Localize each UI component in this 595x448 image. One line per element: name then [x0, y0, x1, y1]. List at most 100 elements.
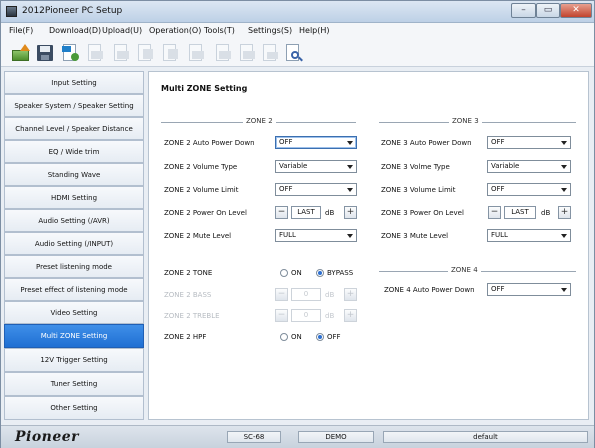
import-icon[interactable]: [111, 43, 131, 63]
status-bar: Pioneer SC-68 DEMO default: [1, 425, 594, 448]
page-title: Multi ZONE Setting: [161, 84, 248, 93]
zone2-auto-power-down-select[interactable]: OFF: [275, 136, 357, 149]
print-preview-icon[interactable]: [283, 43, 303, 63]
paste-icon[interactable]: [160, 43, 180, 63]
copy-icon[interactable]: [135, 43, 155, 63]
maximize-button[interactable]: ▭: [536, 3, 560, 18]
zone2-tone-bypass-label: BYPASS: [327, 269, 354, 277]
sidebar-item-channel-level[interactable]: Channel Level / Speaker Distance: [4, 117, 144, 140]
send-icon[interactable]: [237, 43, 257, 63]
menu-settings[interactable]: Settings(S): [248, 26, 292, 35]
settings-sidebar: Input Setting Speaker System / Speaker S…: [4, 71, 144, 420]
zone3-volume-type-label: ZONE 3 Volme Type: [381, 163, 450, 171]
menu-file[interactable]: File(F): [9, 26, 33, 35]
sidebar-item-multi-zone-setting[interactable]: Multi ZONE Setting: [4, 324, 144, 348]
zone2-power-on-level-label: ZONE 2 Power On Level: [164, 209, 247, 217]
zone3-volume-limit-value: OFF: [491, 185, 505, 193]
sidebar-item-preset-listening-mode[interactable]: Preset listening mode: [4, 255, 144, 278]
zone2-power-on-level-unit: dB: [325, 209, 335, 217]
chevron-down-icon: [561, 165, 567, 169]
export-icon[interactable]: [85, 43, 105, 63]
sidebar-item-other-setting[interactable]: Other Setting: [4, 396, 144, 420]
zone3-power-on-level-label: ZONE 3 Power On Level: [381, 209, 464, 217]
upload-file-icon[interactable]: [60, 43, 80, 63]
menu-bar: File(F) Download(D) Upload(U) Operation(…: [1, 23, 594, 40]
zone2-volume-type-select[interactable]: Variable: [275, 160, 357, 173]
zone2-bass-increase-button[interactable]: +: [344, 288, 357, 301]
chevron-down-icon: [561, 188, 567, 192]
sidebar-item-audio-setting-avr[interactable]: Audio Setting (/AVR): [4, 209, 144, 232]
zone3-group-label: ZONE 3: [449, 117, 482, 125]
zone2-bass-decrease-button[interactable]: −: [275, 288, 288, 301]
receive-icon[interactable]: [213, 43, 233, 63]
zone2-hpf-on-label: ON: [291, 333, 302, 341]
zone2-bass-unit: dB: [325, 291, 335, 299]
menu-operation[interactable]: Operation(O): [149, 26, 201, 35]
zone3-volume-limit-select[interactable]: OFF: [487, 183, 571, 196]
sidebar-item-input-setting[interactable]: Input Setting: [4, 71, 144, 94]
zone2-power-on-level-increase-button[interactable]: +: [344, 206, 357, 219]
zone2-treble-decrease-button[interactable]: −: [275, 309, 288, 322]
minimize-button[interactable]: –: [511, 3, 536, 18]
zone2-power-on-level-decrease-button[interactable]: −: [275, 206, 288, 219]
save-icon[interactable]: [35, 43, 55, 63]
menu-download[interactable]: Download(D): [49, 26, 101, 35]
zone2-mute-level-value: FULL: [279, 231, 296, 239]
sidebar-item-preset-effect[interactable]: Preset effect of listening mode: [4, 278, 144, 301]
zone2-mute-level-select[interactable]: FULL: [275, 229, 357, 242]
sidebar-item-standing-wave[interactable]: Standing Wave: [4, 163, 144, 186]
zone4-auto-power-down-value: OFF: [491, 285, 505, 293]
zone2-hpf-off-radio[interactable]: [316, 333, 324, 341]
print-icon[interactable]: [260, 43, 280, 63]
zone3-auto-power-down-select[interactable]: OFF: [487, 136, 571, 149]
open-folder-icon[interactable]: [11, 43, 31, 63]
zone3-auto-power-down-label: ZONE 3 Auto Power Down: [381, 139, 472, 147]
sidebar-item-tuner-setting[interactable]: Tuner Setting: [4, 372, 144, 396]
sidebar-item-speaker-system[interactable]: Speaker System / Speaker Setting: [4, 94, 144, 117]
preset-field: default: [383, 431, 588, 443]
close-button[interactable]: ✕: [560, 3, 592, 18]
zone2-treble-increase-button[interactable]: +: [344, 309, 357, 322]
zone2-hpf-label: ZONE 2 HPF: [164, 333, 207, 341]
sidebar-item-eq-wide-trim[interactable]: EQ / Wide trim: [4, 140, 144, 163]
zone3-power-on-level-value[interactable]: LAST: [504, 206, 536, 219]
zone3-power-on-level-increase-button[interactable]: +: [558, 206, 571, 219]
zone3-volume-limit-label: ZONE 3 Volume Limit: [381, 186, 456, 194]
window-title: 2012Pioneer PC Setup: [22, 6, 123, 16]
title-bar: 2012Pioneer PC Setup – ▭ ✕: [1, 1, 594, 23]
zone2-volume-limit-select[interactable]: OFF: [275, 183, 357, 196]
zone2-power-on-level-value[interactable]: LAST: [291, 206, 321, 219]
zone3-volume-type-select[interactable]: Variable: [487, 160, 571, 173]
menu-upload[interactable]: Upload(U): [102, 26, 142, 35]
zone2-volume-type-label: ZONE 2 Volume Type: [164, 163, 238, 171]
zone2-volume-type-value: Variable: [279, 162, 308, 170]
zone2-hpf-off-label: OFF: [327, 333, 341, 341]
multi-zone-panel: Multi ZONE Setting ZONE 2 ZONE 2 Auto Po…: [148, 71, 589, 420]
sidebar-item-audio-setting-input[interactable]: Audio Setting (/INPUT): [4, 232, 144, 255]
mode-field: DEMO: [298, 431, 374, 443]
sidebar-item-12v-trigger[interactable]: 12V Trigger Setting: [4, 348, 144, 372]
sidebar-item-video-setting[interactable]: Video Setting: [4, 301, 144, 324]
menu-help[interactable]: Help(H): [299, 26, 330, 35]
zone2-tone-bypass-radio[interactable]: [316, 269, 324, 277]
chevron-down-icon: [347, 234, 353, 238]
zone2-hpf-on-radio[interactable]: [280, 333, 288, 341]
zone4-auto-power-down-select[interactable]: OFF: [487, 283, 571, 296]
chevron-down-icon: [347, 188, 353, 192]
chevron-down-icon: [561, 288, 567, 292]
menu-tools[interactable]: Tools(T): [204, 26, 235, 35]
zone2-bass-label: ZONE 2 BASS: [164, 291, 212, 299]
zone2-tone-label: ZONE 2 TONE: [164, 269, 213, 277]
zone2-mute-level-label: ZONE 2 Mute Level: [164, 232, 232, 240]
zone2-volume-limit-label: ZONE 2 Volume Limit: [164, 186, 239, 194]
compare-icon[interactable]: [186, 43, 206, 63]
zone3-mute-level-value: FULL: [491, 231, 508, 239]
zone2-treble-value[interactable]: 0: [291, 309, 321, 322]
zone3-mute-level-select[interactable]: FULL: [487, 229, 571, 242]
zone3-mute-level-label: ZONE 3 Mute Level: [381, 232, 449, 240]
sidebar-item-hdmi-setting[interactable]: HDMI Setting: [4, 186, 144, 209]
zone2-tone-on-radio[interactable]: [280, 269, 288, 277]
zone2-bass-value[interactable]: 0: [291, 288, 321, 301]
toolbar: [1, 40, 594, 67]
zone3-power-on-level-decrease-button[interactable]: −: [488, 206, 501, 219]
